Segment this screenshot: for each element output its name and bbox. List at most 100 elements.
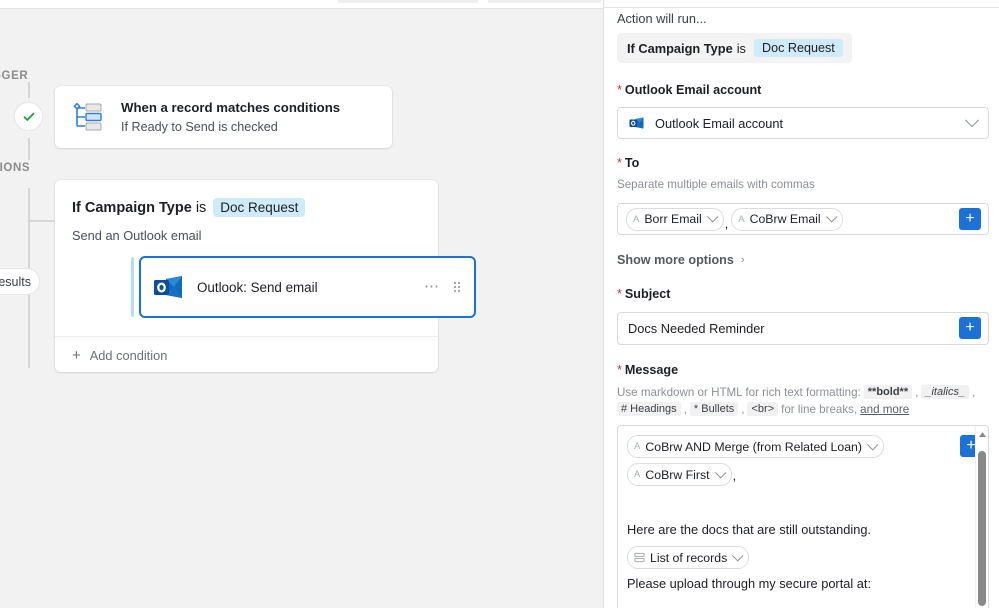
message-format-hint-line2: # Headings , * Bullets , <br> for line b… [617,402,909,416]
message-body-line-2: Please upload through my secure portal a… [627,576,871,591]
chevron-down-icon [867,438,879,451]
chevron-down-icon [825,211,838,223]
message-hint-prefix: Use markdown or HTML for rich text forma… [617,385,861,399]
outlook-account-label-text: Outlook Email account [624,83,762,97]
subject-value: Docs Needed Reminder [628,321,765,336]
subject-input[interactable]: Docs Needed Reminder [617,312,989,345]
condition-branch-icon [73,102,102,131]
field-token-icon: A [634,469,641,480]
rail-label-actions: TIONS [0,162,31,174]
check-icon [23,112,34,121]
subject-label-text: Subject [624,287,671,301]
action-will-run-label: Action will run... [617,11,707,26]
plus-icon: + [72,346,81,364]
show-more-options-label: Show more options [617,253,734,267]
condition-summary: If Campaign Type is Doc Request [617,33,852,63]
outlook-icon [154,276,182,298]
trigger-card-title: When a record matches conditions [121,99,341,115]
required-asterisk: * [617,363,622,377]
field-token-icon: A [738,213,745,225]
message-token-list-of-records[interactable]: List of records [627,546,750,569]
message-scrollbar[interactable] [975,426,988,608]
message-input[interactable]: A CoBrw AND Merge (from Related Loan) A … [617,425,989,608]
to-hint: Separate multiple emails with commas [617,178,815,191]
message-token-label: List of records [650,550,728,565]
message-format-hint-line1: Use markdown or HTML for rich text forma… [617,385,975,399]
ellipsis-icon[interactable]: ⋯ [424,279,440,294]
trigger-card-subtitle: If Ready to Send is checked [121,119,278,134]
to-token-label: CoBrw Email [749,212,821,226]
outlook-account-select[interactable]: Outlook Email account [617,107,989,139]
chevron-down-icon [706,211,719,223]
chevron-down-icon [964,113,980,128]
flow-connector-top [28,82,30,98]
hint-chip-headings: # Headings [617,402,681,416]
step-accent-bar [131,257,134,317]
action-step-outlook-send-email[interactable]: Outlook: Send email ⋯ [139,256,476,318]
top-strip-segment-a [338,0,478,3]
hint-linebreaks-text: for line breaks, [781,402,858,416]
action-card-subtitle: Send an Outlook email [72,228,202,243]
to-input[interactable]: A Borr Email , A CoBrw Email [617,203,989,235]
outlook-icon [629,117,644,129]
condition-field-name: If Campaign Type [72,199,192,216]
rail-label-trigger: GGER [0,70,29,82]
scrollbar-thumb[interactable] [978,451,986,606]
to-add-field-button[interactable]: + [959,208,981,230]
field-token-icon: A [634,441,641,452]
canvas-top-strip [0,0,603,9]
show-more-options-button[interactable]: Show more options › [617,253,745,267]
test-results-pill[interactable]: esults [0,268,40,295]
automation-flow-canvas: GGER TIONS esults When a record matches … [0,0,603,608]
action-card-divider [55,336,438,337]
to-token-separator: , [724,217,729,231]
subject-add-field-button[interactable]: + [959,317,981,339]
condition-summary-value: Doc Request [753,39,843,57]
condition-summary-field: If Campaign Type [627,40,733,56]
condition-summary-operator: is [736,40,746,56]
action-step-label: Outlook: Send email [197,279,318,295]
chevron-down-icon [714,466,726,479]
flow-connector-middle [28,138,30,160]
message-body-line-1: Here are the docs that are still outstan… [627,522,871,537]
condition-value-pill: Doc Request [213,198,306,217]
hint-chip-br: <br> [747,402,779,416]
action-step-row: Outlook: Send email ⋯ [131,256,476,318]
add-condition-label: Add condition [89,348,168,363]
message-token-cobrw-and-merge[interactable]: A CoBrw AND Merge (from Related Loan) [627,435,884,458]
outlook-account-value: Outlook Email account [655,115,784,131]
message-content: A CoBrw AND Merge (from Related Loan) A … [627,435,957,593]
subject-label: * Subject [617,287,670,301]
message-label: * Message [617,363,678,377]
to-token-label: Borr Email [644,212,702,226]
action-card: If Campaign Type is Doc Request Send an … [55,180,476,372]
message-token-cobrw-first[interactable]: A CoBrw First [627,463,732,486]
to-token-cobrw-email[interactable]: A CoBrw Email [731,207,843,231]
required-asterisk: * [617,83,622,97]
to-label-text: To [624,156,640,170]
hint-chip-bullets: * Bullets [689,402,739,416]
scroll-up-arrow-icon[interactable] [976,428,988,440]
message-token-row-1: A CoBrw AND Merge (from Related Loan) [627,435,957,458]
message-token-row-2: A CoBrw First , [627,463,957,486]
hint-chip-italics: _italics_ [921,385,970,399]
hint-chip-bold: **bold** [863,385,913,399]
top-strip-segment-b [488,0,601,3]
test-results-label: esults [0,274,31,289]
outlook-account-label: * Outlook Email account [617,83,761,97]
to-token-borr-email[interactable]: A Borr Email [626,207,724,231]
panel-top-rule [604,7,999,8]
message-token-label: CoBrw AND Merge (from Related Loan) [645,439,862,454]
message-token-row-3: List of records [627,546,957,569]
field-token-icon: A [633,213,640,225]
trigger-card[interactable]: When a record matches conditions If Read… [55,86,392,148]
drag-handle-icon[interactable] [452,280,462,294]
action-card-condition-header: If Campaign Type is Doc Request [72,198,306,217]
add-condition-button[interactable]: + Add condition [72,346,168,364]
hint-and-more-link[interactable]: and more [860,403,909,416]
required-asterisk: * [617,287,622,301]
trigger-card-texts: When a record matches conditions If Read… [121,99,340,136]
message-token-trailing-comma: , [732,469,737,483]
hint-comma: , [683,402,687,416]
